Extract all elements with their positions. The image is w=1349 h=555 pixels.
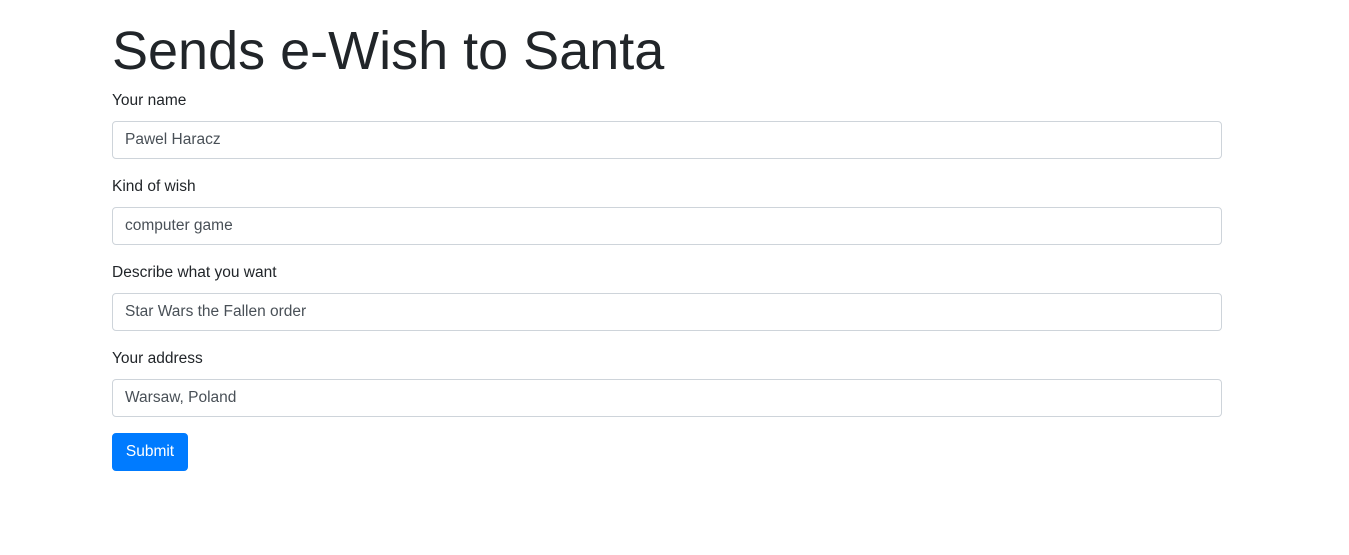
name-input[interactable]	[112, 121, 1222, 159]
wish-kind-label: Kind of wish	[112, 178, 196, 195]
description-field-group: Describe what you want	[112, 263, 1222, 331]
name-field-group: Your name	[112, 91, 1222, 159]
address-input[interactable]	[112, 379, 1222, 417]
address-label: Your address	[112, 350, 203, 367]
wish-kind-field-group: Kind of wish	[112, 177, 1222, 245]
page-title: Sends e-Wish to Santa	[112, 21, 665, 81]
description-input[interactable]	[112, 293, 1222, 331]
submit-button[interactable]: Submit	[112, 433, 188, 471]
name-label: Your name	[112, 92, 187, 109]
wish-kind-input[interactable]	[112, 207, 1222, 245]
address-field-group: Your address	[112, 349, 1222, 417]
description-label: Describe what you want	[112, 264, 277, 281]
